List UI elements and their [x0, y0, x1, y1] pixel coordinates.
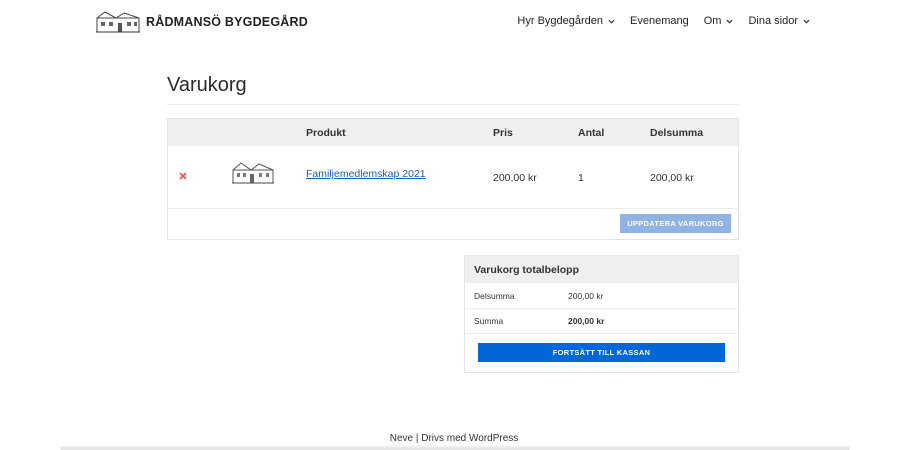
- nav-item-label: Dina sidor: [748, 15, 798, 27]
- item-price: 200,00 kr: [493, 172, 537, 184]
- chevron-down-icon: [803, 19, 810, 24]
- footer-divider: [60, 446, 850, 450]
- totals-value: 200,00 kr: [568, 291, 604, 301]
- house-sketch-logo-icon: [96, 11, 140, 33]
- page-title: Varukorg: [167, 74, 247, 96]
- title-divider: [167, 104, 739, 105]
- cart-table: Produkt Pris Antal Delsumma Familjemedle…: [167, 118, 739, 240]
- table-row: Familjemedlemskap 2021 200,00 kr 1 200,0…: [168, 146, 738, 209]
- totals-row-total: Summa 200,00 kr: [465, 309, 738, 334]
- cart-totals-title: Varukorg totalbelopp: [474, 264, 580, 276]
- nav-item-om[interactable]: Om: [704, 15, 734, 27]
- nav-item-dina-sidor[interactable]: Dina sidor: [748, 15, 810, 27]
- footer-credit[interactable]: Neve | Drivs med WordPress: [390, 433, 519, 444]
- chevron-down-icon: [726, 19, 733, 24]
- nav-item-label: Evenemang: [630, 15, 689, 27]
- column-header-quantity: Antal: [578, 127, 605, 139]
- remove-item-icon[interactable]: [178, 171, 188, 181]
- column-header-subtotal: Delsumma: [650, 127, 704, 139]
- nav-item-hyr-bygdegarden[interactable]: Hyr Bygdegården: [517, 15, 615, 27]
- chevron-down-icon: [608, 19, 615, 24]
- cart-totals: Varukorg totalbelopp Delsumma 200,00 kr …: [464, 255, 739, 373]
- cart-totals-header: Varukorg totalbelopp: [465, 256, 738, 283]
- totals-row-subtotal: Delsumma 200,00 kr: [465, 284, 738, 309]
- update-cart-button[interactable]: UPPDATERA VARUKORG: [620, 214, 731, 233]
- totals-value: 200,00 kr: [568, 316, 605, 326]
- item-subtotal: 200,00 kr: [650, 172, 694, 184]
- totals-label: Delsumma: [474, 291, 515, 301]
- house-sketch-thumbnail-icon[interactable]: [232, 160, 274, 186]
- proceed-to-checkout-button[interactable]: FORTSÄTT TILL KASSAN: [478, 343, 725, 362]
- nav-item-label: Om: [703, 15, 722, 27]
- totals-label: Summa: [474, 316, 504, 326]
- item-quantity[interactable]: 1: [578, 172, 584, 184]
- column-header-price: Pris: [493, 127, 513, 139]
- main-navigation: Hyr Bygdegården Evenemang Om Dina sidor: [502, 15, 810, 27]
- column-header-product: Produkt: [306, 127, 346, 139]
- site-footer: Neve | Drivs med WordPress: [0, 433, 908, 444]
- product-link[interactable]: Familjemedlemskap 2021: [306, 168, 426, 180]
- site-header: RÅDMANSÖ BYGDEGÅRD Hyr Bygdegården Evene…: [0, 0, 908, 44]
- nav-item-label: Hyr Bygdegården: [517, 15, 604, 27]
- nav-item-evenemang[interactable]: Evenemang: [630, 15, 689, 27]
- cart-table-header: Produkt Pris Antal Delsumma: [168, 119, 738, 146]
- site-title: RÅDMANSÖ BYGDEGÅRD: [146, 15, 308, 29]
- site-logo[interactable]: RÅDMANSÖ BYGDEGÅRD: [96, 10, 308, 34]
